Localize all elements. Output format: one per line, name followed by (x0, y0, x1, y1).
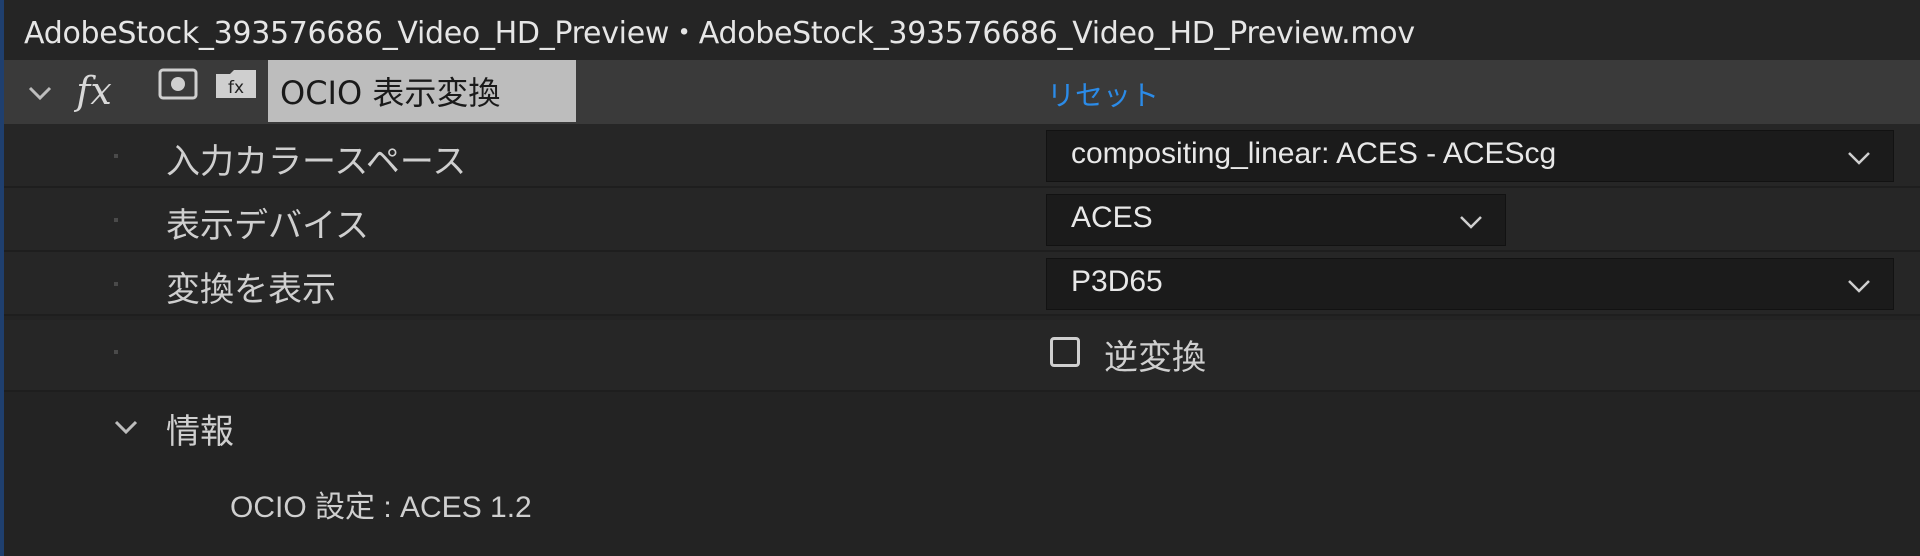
row-indent-dot (114, 350, 118, 354)
chevron-down-icon[interactable] (28, 86, 52, 100)
record-icon[interactable] (158, 68, 198, 100)
effect-name[interactable]: OCIO 表示変換 (268, 60, 576, 122)
row-indent-dot (114, 282, 118, 286)
dropdown-value: compositing_linear: ACES - ACEScg (1071, 137, 1557, 170)
fx-icon[interactable]: fx (66, 66, 122, 116)
chevron-down-icon (1848, 152, 1870, 165)
input-colorspace-dropdown[interactable]: compositing_linear: ACES - ACEScg (1046, 130, 1894, 182)
view-transform-dropdown[interactable]: P3D65 (1046, 258, 1894, 310)
title-text: AdobeStock_393576686_Video_HD_Preview・Ad… (24, 16, 1415, 51)
display-device-dropdown[interactable]: ACES (1046, 194, 1506, 246)
chevron-down-icon (1848, 280, 1870, 293)
row-indent-dot (114, 218, 118, 222)
inverse-label[interactable]: 逆変換 (1104, 330, 1206, 379)
preset-icon[interactable]: fx (214, 68, 258, 100)
effect-header[interactable]: fx fx OCIO 表示変換 リセット (4, 60, 1920, 124)
chevron-down-icon (1460, 216, 1482, 229)
chevron-down-icon[interactable] (114, 420, 138, 434)
dropdown-value: P3D65 (1071, 265, 1163, 298)
param-row-input-colorspace: 入力カラースペース compositing_linear: ACES - ACE… (4, 124, 1920, 188)
param-row-display-device: 表示デバイス ACES (4, 188, 1920, 252)
ocio-config-text: OCIO 設定 : ACES 1.2 (230, 491, 532, 524)
param-label: 変換を表示 (166, 270, 336, 310)
param-label: 入力カラースペース (166, 142, 467, 182)
info-title[interactable]: 情報 (166, 404, 234, 453)
info-section: 情報 OCIO 設定 : ACES 1.2 (4, 392, 1920, 556)
row-indent-dot (114, 154, 118, 158)
svg-text:fx: fx (228, 78, 244, 98)
reset-link[interactable]: リセット (1047, 74, 1159, 114)
title-bar: AdobeStock_393576686_Video_HD_Preview・Ad… (4, 0, 1920, 60)
inverse-checkbox[interactable] (1050, 337, 1080, 367)
param-row-view-transform: 変換を表示 P3D65 (4, 252, 1920, 316)
dropdown-value: ACES (1071, 201, 1153, 234)
param-label: 表示デバイス (166, 206, 369, 246)
param-row-inverse: 逆変換 (4, 320, 1920, 392)
